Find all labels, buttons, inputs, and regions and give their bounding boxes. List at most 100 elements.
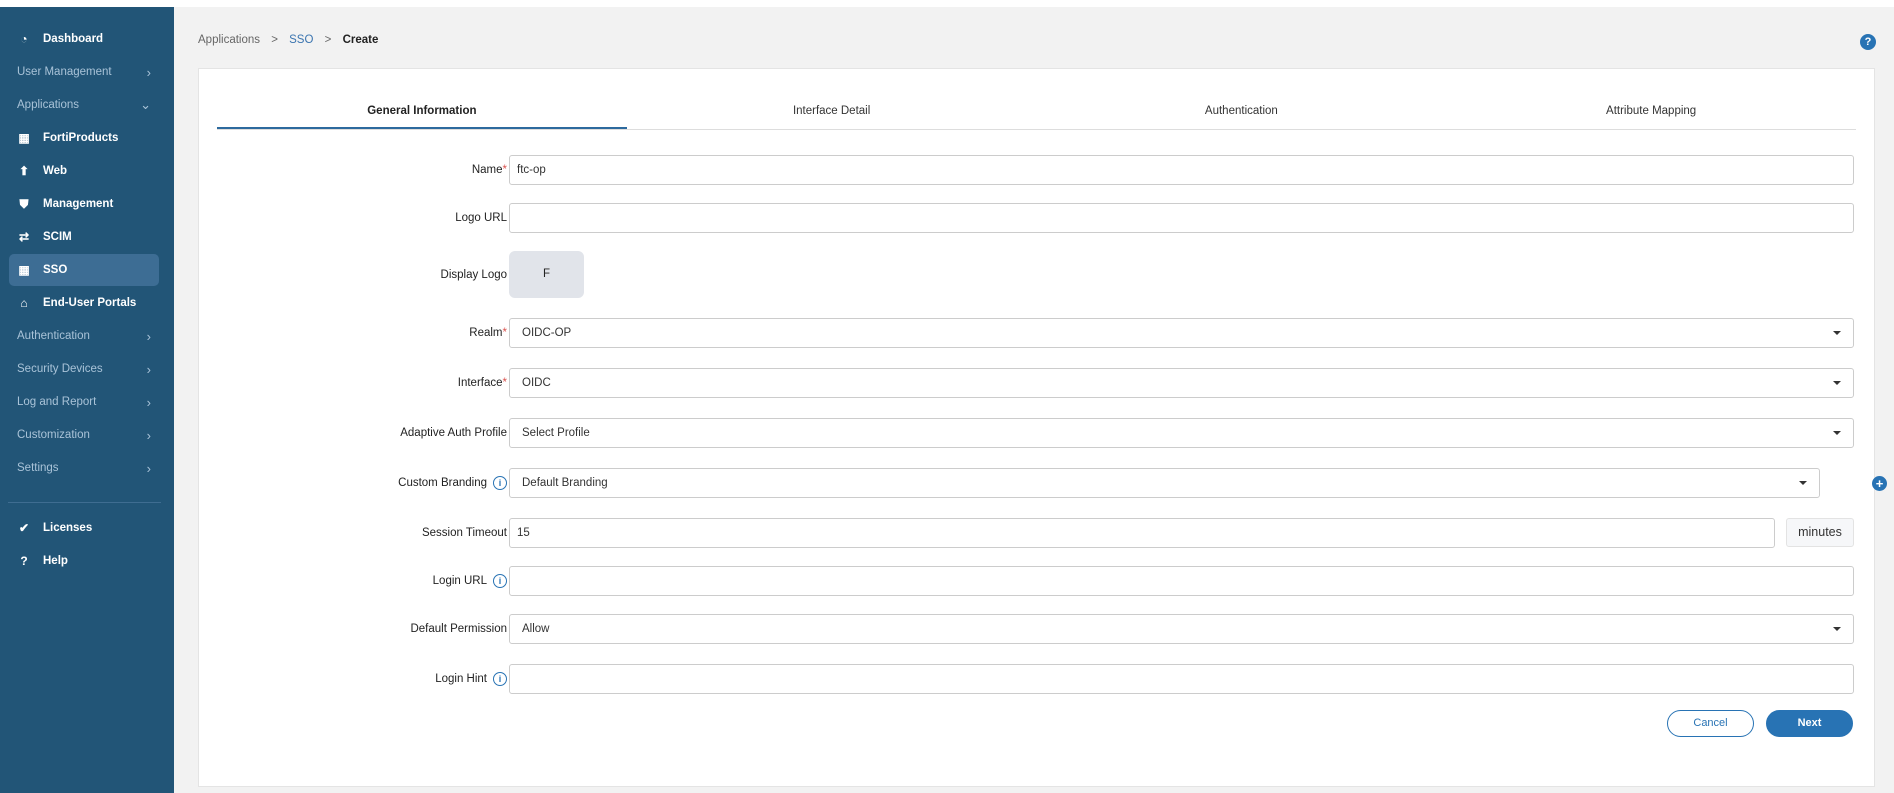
- next-button[interactable]: Next: [1766, 710, 1853, 737]
- adaptive-auth-label: Adaptive Auth Profile: [400, 427, 507, 439]
- breadcrumb-sso[interactable]: SSO: [289, 34, 313, 46]
- info-icon[interactable]: i: [493, 574, 507, 588]
- sidebar-item-help[interactable]: ? Help: [9, 545, 159, 577]
- default-permission-row: Default Permission Allow: [199, 614, 1874, 644]
- sidebar-item-label: SCIM: [43, 231, 72, 243]
- sidebar-item-security-devices[interactable]: Security Devices ›: [9, 353, 159, 385]
- sidebar-item-label: Customization: [17, 429, 90, 441]
- tab-attribute-mapping[interactable]: Attribute Mapping: [1446, 94, 1856, 129]
- breadcrumb-separator: >: [271, 34, 278, 46]
- session-timeout-label: Session Timeout: [421, 527, 507, 539]
- caret-down-icon: [1833, 627, 1841, 631]
- session-timeout-row: Session Timeout 15 minutes: [199, 518, 1874, 548]
- sidebar-item-licenses[interactable]: ✔ Licenses: [9, 512, 159, 544]
- sidebar-item-log-and-report[interactable]: Log and Report ›: [9, 386, 159, 418]
- minutes-unit: minutes: [1786, 518, 1854, 547]
- form-panel: General Information Interface Detail Aut…: [198, 68, 1887, 787]
- sidebar-item-dashboard[interactable]: ◔ Dashboard: [9, 23, 159, 55]
- badge-check-icon: ✔: [18, 521, 30, 535]
- sidebar-item-applications[interactable]: Applications ⌄: [9, 89, 159, 121]
- breadcrumb-create: Create: [342, 34, 379, 46]
- login-url-input[interactable]: [509, 566, 1854, 596]
- chevron-down-icon: ⌄: [140, 97, 151, 112]
- chevron-right-icon: ›: [146, 64, 151, 80]
- chevron-right-icon: ›: [146, 361, 151, 377]
- sidebar-item-web[interactable]: ⬆ Web: [9, 155, 159, 187]
- tab-authentication[interactable]: Authentication: [1037, 94, 1447, 129]
- sidebar-item-fortiproducts[interactable]: ▦ FortiProducts: [9, 122, 159, 154]
- login-hint-input[interactable]: [509, 664, 1854, 694]
- name-label: Name: [471, 164, 503, 176]
- sidebar-item-scim[interactable]: ⇄ SCIM: [9, 221, 159, 253]
- breadcrumb-applications[interactable]: Applications: [198, 34, 260, 46]
- sidebar-item-authentication[interactable]: Authentication ›: [9, 320, 159, 352]
- cancel-button[interactable]: Cancel: [1667, 710, 1754, 737]
- caret-down-icon: [1833, 331, 1841, 335]
- sidebar-item-label: Licenses: [43, 522, 93, 534]
- scim-icon: ⇄: [18, 230, 30, 244]
- help-icon[interactable]: ?: [1860, 34, 1876, 50]
- required-mark: *: [502, 327, 507, 339]
- sidebar-item-label: Dashboard: [43, 33, 104, 45]
- sidebar-item-label: User Management: [17, 66, 112, 78]
- display-logo-preview: F: [509, 251, 584, 298]
- sidebar-item-label: Log and Report: [17, 396, 97, 408]
- shield-icon: ⛊: [19, 196, 29, 211]
- realm-select[interactable]: OIDC-OP: [509, 318, 1854, 348]
- tab-bar: General Information Interface Detail Aut…: [217, 94, 1856, 130]
- info-icon[interactable]: i: [493, 476, 507, 490]
- add-branding-icon[interactable]: +: [1872, 476, 1887, 491]
- realm-value: OIDC-OP: [522, 327, 572, 339]
- help-icon: ?: [20, 554, 28, 568]
- default-permission-value: Allow: [522, 623, 550, 635]
- display-logo-label: Display Logo: [440, 268, 507, 281]
- sidebar-item-label: Help: [43, 555, 68, 567]
- interface-label: Interface: [457, 377, 503, 389]
- adaptive-auth-row: Adaptive Auth Profile Select Profile: [199, 418, 1874, 448]
- caret-down-icon: [1833, 431, 1841, 435]
- sidebar-item-label: Web: [43, 165, 68, 177]
- interface-row: Interface * OIDC: [199, 368, 1874, 398]
- tab-interface-detail[interactable]: Interface Detail: [627, 94, 1037, 129]
- sidebar-divider: [8, 502, 161, 503]
- default-permission-label: Default Permission: [410, 623, 507, 635]
- chevron-right-icon: ›: [146, 427, 151, 443]
- required-mark: *: [502, 164, 507, 176]
- custom-branding-select[interactable]: Default Branding: [509, 468, 1820, 498]
- sidebar-item-label: Management: [43, 198, 114, 210]
- dashboard-icon: ◔: [20, 32, 28, 46]
- name-input[interactable]: ftc-op: [509, 155, 1854, 185]
- breadcrumb-separator: >: [324, 34, 332, 46]
- sidebar-item-label: End-User Portals: [43, 297, 137, 309]
- login-hint-row: Login Hint i: [199, 664, 1874, 694]
- grid-icon: ▦: [18, 263, 30, 277]
- session-timeout-input[interactable]: 15: [509, 518, 1775, 548]
- breadcrumb: Applications > SSO > Create: [198, 34, 386, 46]
- sidebar-item-customization[interactable]: Customization ›: [9, 419, 159, 451]
- logo-url-input[interactable]: [509, 203, 1854, 233]
- adaptive-auth-select[interactable]: Select Profile: [509, 418, 1854, 448]
- login-hint-label: Login Hint: [435, 673, 487, 685]
- logo-url-row: Logo URL: [199, 203, 1874, 233]
- sidebar-item-label: Settings: [17, 462, 59, 474]
- sidebar-item-user-management[interactable]: User Management ›: [9, 56, 159, 88]
- chevron-right-icon: ›: [146, 394, 151, 410]
- display-logo-row: Display Logo F: [199, 251, 1874, 298]
- sidebar-item-end-user-portals[interactable]: ⌂ End-User Portals: [9, 287, 159, 319]
- sidebar-item-management[interactable]: ⛊ Management: [9, 188, 159, 220]
- custom-branding-label: Custom Branding: [398, 477, 487, 489]
- sidebar-item-label: Security Devices: [17, 363, 103, 375]
- adaptive-auth-value: Select Profile: [522, 427, 590, 439]
- logo-url-label: Logo URL: [455, 212, 507, 224]
- info-icon[interactable]: i: [493, 672, 507, 686]
- default-permission-select[interactable]: Allow: [509, 614, 1854, 644]
- tab-general-information[interactable]: General Information: [217, 94, 627, 129]
- sidebar-item-sso[interactable]: ▦ SSO: [9, 254, 159, 286]
- interface-value: OIDC: [522, 377, 551, 389]
- interface-select[interactable]: OIDC: [509, 368, 1854, 398]
- sidebar-item-label: Authentication: [17, 330, 90, 342]
- sidebar-item-settings[interactable]: Settings ›: [9, 452, 159, 484]
- realm-row: Realm * OIDC-OP: [199, 318, 1874, 348]
- chevron-right-icon: ›: [146, 460, 151, 476]
- caret-down-icon: [1799, 481, 1807, 485]
